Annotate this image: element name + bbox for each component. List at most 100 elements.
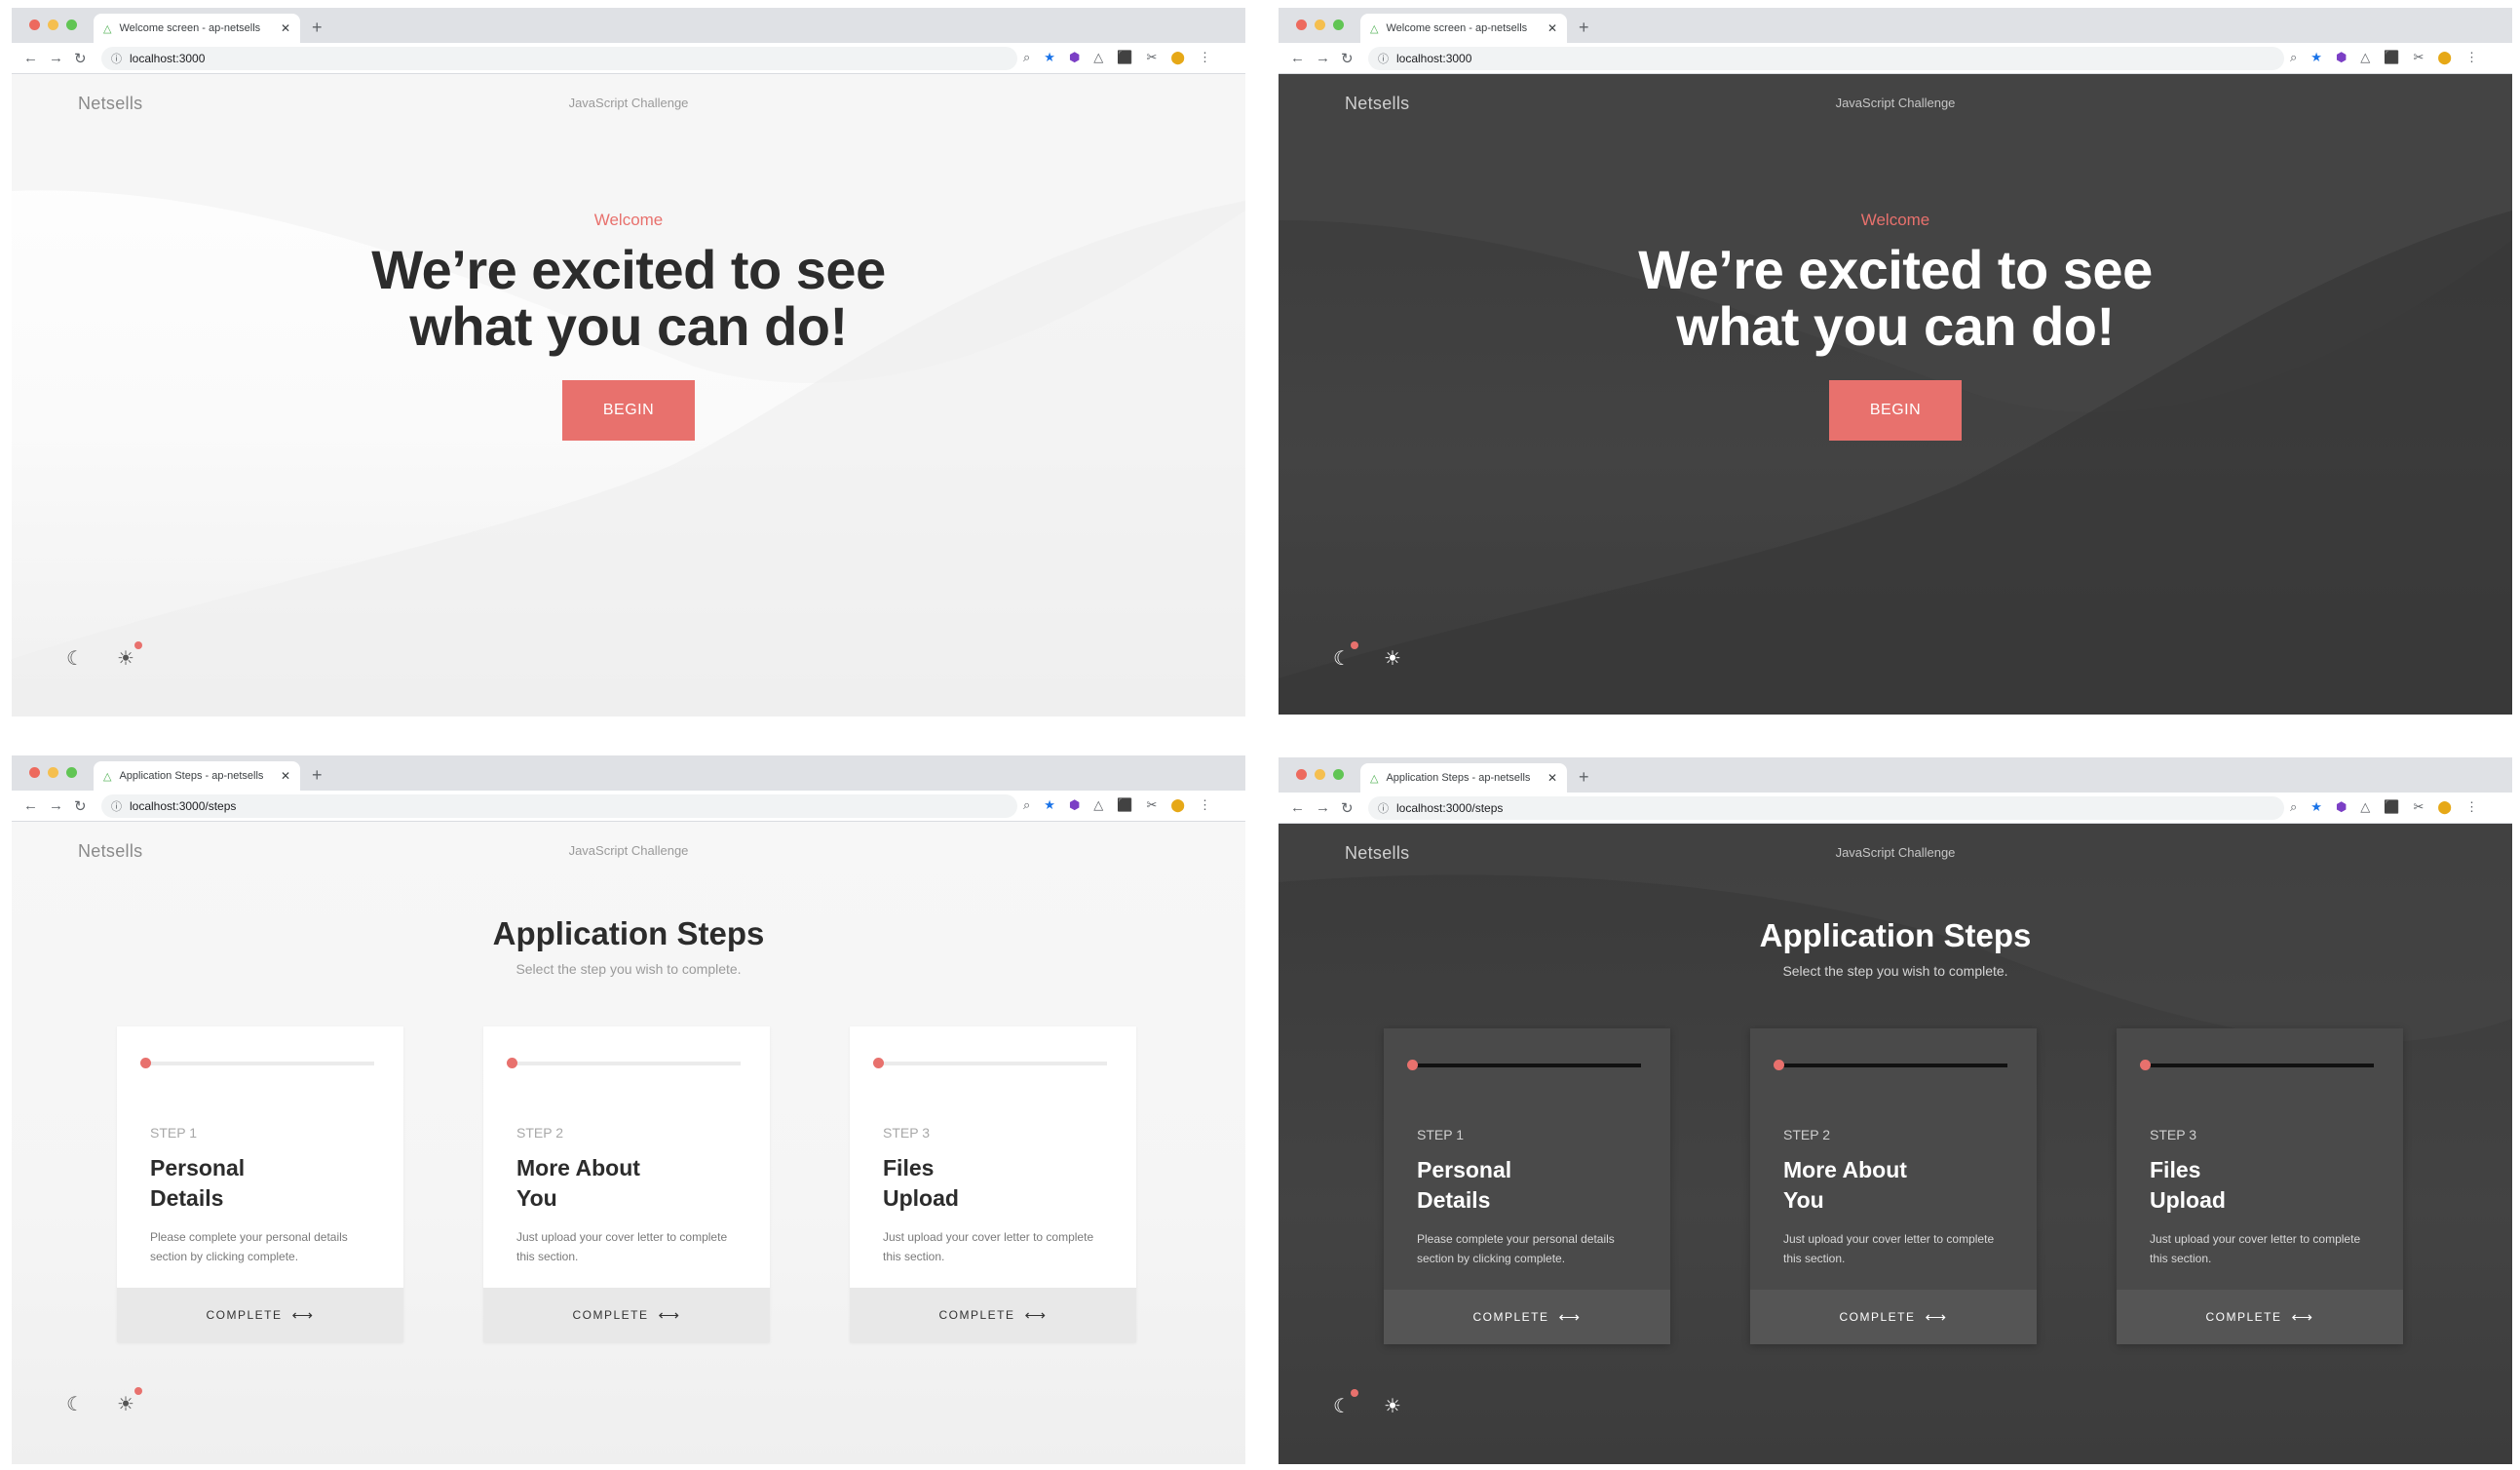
address-bar[interactable]: ⓘ localhost:3000/steps — [101, 794, 1017, 818]
forward-icon[interactable]: → — [1316, 50, 1330, 66]
info-icon[interactable]: ⓘ — [1378, 800, 1389, 816]
begin-button[interactable]: BEGIN — [562, 380, 695, 441]
moon-icon[interactable]: ☾ — [1333, 1389, 1358, 1417]
extension-icon[interactable]: ⬢ — [2336, 799, 2347, 815]
back-icon[interactable]: ← — [1290, 799, 1305, 816]
moon-icon[interactable]: ☾ — [66, 1395, 84, 1414]
minimize-window-button[interactable] — [48, 767, 58, 778]
extension-icon[interactable]: △ — [2360, 799, 2370, 815]
moon-icon[interactable]: ☾ — [1333, 641, 1358, 669]
close-window-button[interactable] — [29, 19, 40, 30]
reload-icon[interactable]: ↻ — [1341, 799, 1354, 817]
minimize-window-button[interactable] — [48, 19, 58, 30]
browser-tab[interactable]: △ Application Steps - ap-netsells ✕ — [94, 761, 300, 791]
tab-close-icon[interactable]: ✕ — [281, 21, 290, 35]
zoom-icon[interactable]: ⌕ — [2290, 799, 2297, 815]
menu-icon[interactable]: ⋮ — [1199, 797, 1211, 813]
zoom-icon[interactable]: ⌕ — [1023, 797, 1030, 813]
extension-icon[interactable]: ⬛ — [2384, 799, 2399, 815]
extension-icon[interactable]: ⬢ — [1069, 50, 1080, 65]
arrow-icon: ⟷ — [1024, 1307, 1048, 1324]
address-bar[interactable]: ⓘ localhost:3000 — [1368, 47, 2284, 70]
maximize-window-button[interactable] — [1333, 19, 1344, 30]
sun-icon[interactable]: ☀ — [1384, 649, 1401, 669]
profile-icon[interactable]: ⬤ — [2437, 50, 2452, 65]
step-label: STEP 3 — [2150, 1127, 2196, 1142]
extensions-puzzle-icon[interactable]: ✂ — [2413, 50, 2424, 65]
reload-icon[interactable]: ↻ — [74, 50, 87, 67]
extension-icon[interactable]: ⬛ — [1117, 50, 1132, 65]
info-icon[interactable]: ⓘ — [1378, 51, 1389, 66]
complete-button[interactable]: COMPLETE ⟷ — [1750, 1290, 2037, 1344]
complete-button[interactable]: COMPLETE ⟷ — [2117, 1290, 2403, 1344]
bookmark-star-icon[interactable]: ★ — [2310, 50, 2322, 65]
address-bar[interactable]: ⓘ localhost:3000 — [101, 47, 1017, 70]
moon-glyph: ☾ — [1333, 1396, 1351, 1417]
menu-icon[interactable]: ⋮ — [2465, 799, 2478, 815]
new-tab-button[interactable]: + — [1579, 767, 1589, 788]
extensions-puzzle-icon[interactable]: ✂ — [1146, 50, 1157, 65]
sun-icon[interactable]: ☀ — [117, 641, 142, 669]
moon-icon[interactable]: ☾ — [66, 649, 84, 669]
info-icon[interactable]: ⓘ — [111, 51, 122, 66]
close-window-button[interactable] — [1296, 19, 1307, 30]
new-tab-button[interactable]: + — [312, 18, 323, 38]
bookmark-star-icon[interactable]: ★ — [1044, 50, 1055, 65]
complete-button[interactable]: COMPLETE ⟷ — [483, 1288, 770, 1342]
browser-tab[interactable]: △ Welcome screen - ap-netsells ✕ — [1360, 14, 1567, 43]
bookmark-star-icon[interactable]: ★ — [2310, 799, 2322, 815]
extension-icon[interactable]: ⬢ — [1069, 797, 1080, 813]
address-bar[interactable]: ⓘ localhost:3000/steps — [1368, 796, 2284, 820]
back-icon[interactable]: ← — [1290, 50, 1305, 66]
new-tab-button[interactable]: + — [312, 765, 323, 786]
sun-glyph: ☀ — [1383, 1396, 1401, 1417]
step-label: STEP 1 — [150, 1125, 197, 1141]
extension-icon[interactable]: △ — [2360, 50, 2370, 65]
back-icon[interactable]: ← — [23, 797, 38, 814]
extension-icon[interactable]: △ — [1093, 797, 1103, 813]
forward-icon[interactable]: → — [1316, 799, 1330, 816]
profile-icon[interactable]: ⬤ — [1170, 50, 1185, 65]
profile-icon[interactable]: ⬤ — [2437, 799, 2452, 815]
browser-tab[interactable]: △ Welcome screen - ap-netsells ✕ — [94, 14, 300, 43]
tab-close-icon[interactable]: ✕ — [281, 769, 290, 783]
zoom-icon[interactable]: ⌕ — [1023, 50, 1030, 65]
bookmark-star-icon[interactable]: ★ — [1044, 797, 1055, 813]
complete-button[interactable]: COMPLETE ⟷ — [1384, 1290, 1670, 1344]
maximize-window-button[interactable] — [66, 767, 77, 778]
extension-icon[interactable]: ⬢ — [2336, 50, 2347, 65]
back-icon[interactable]: ← — [23, 50, 38, 66]
minimize-window-button[interactable] — [1315, 769, 1325, 780]
close-window-button[interactable] — [29, 767, 40, 778]
step-card: STEP 3 Files Upload Just upload your cove… — [850, 1026, 1136, 1342]
forward-icon[interactable]: → — [49, 50, 63, 66]
step-title-line: More About — [516, 1155, 640, 1180]
extensions-puzzle-icon[interactable]: ✂ — [1146, 797, 1157, 813]
progress-track — [877, 1062, 1107, 1065]
reload-icon[interactable]: ↻ — [1341, 50, 1354, 67]
menu-icon[interactable]: ⋮ — [1199, 50, 1211, 65]
sun-icon[interactable]: ☀ — [1384, 1397, 1401, 1416]
maximize-window-button[interactable] — [66, 19, 77, 30]
extension-icon[interactable]: ⬛ — [1117, 797, 1132, 813]
complete-button[interactable]: COMPLETE ⟷ — [117, 1288, 403, 1342]
profile-icon[interactable]: ⬤ — [1170, 797, 1185, 813]
reload-icon[interactable]: ↻ — [74, 797, 87, 815]
maximize-window-button[interactable] — [1333, 769, 1344, 780]
extension-icon[interactable]: △ — [1093, 50, 1103, 65]
zoom-icon[interactable]: ⌕ — [2290, 50, 2297, 65]
tab-close-icon[interactable]: ✕ — [1547, 771, 1557, 785]
sun-icon[interactable]: ☀ — [117, 1387, 142, 1414]
extension-icon[interactable]: ⬛ — [2384, 50, 2399, 65]
tab-close-icon[interactable]: ✕ — [1547, 21, 1557, 35]
new-tab-button[interactable]: + — [1579, 18, 1589, 38]
complete-button[interactable]: COMPLETE ⟷ — [850, 1288, 1136, 1342]
menu-icon[interactable]: ⋮ — [2465, 50, 2478, 65]
info-icon[interactable]: ⓘ — [111, 798, 122, 814]
close-window-button[interactable] — [1296, 769, 1307, 780]
begin-button[interactable]: BEGIN — [1829, 380, 1962, 441]
minimize-window-button[interactable] — [1315, 19, 1325, 30]
extensions-puzzle-icon[interactable]: ✂ — [2413, 799, 2424, 815]
forward-icon[interactable]: → — [49, 797, 63, 814]
browser-tab[interactable]: △ Application Steps - ap-netsells ✕ — [1360, 763, 1567, 793]
